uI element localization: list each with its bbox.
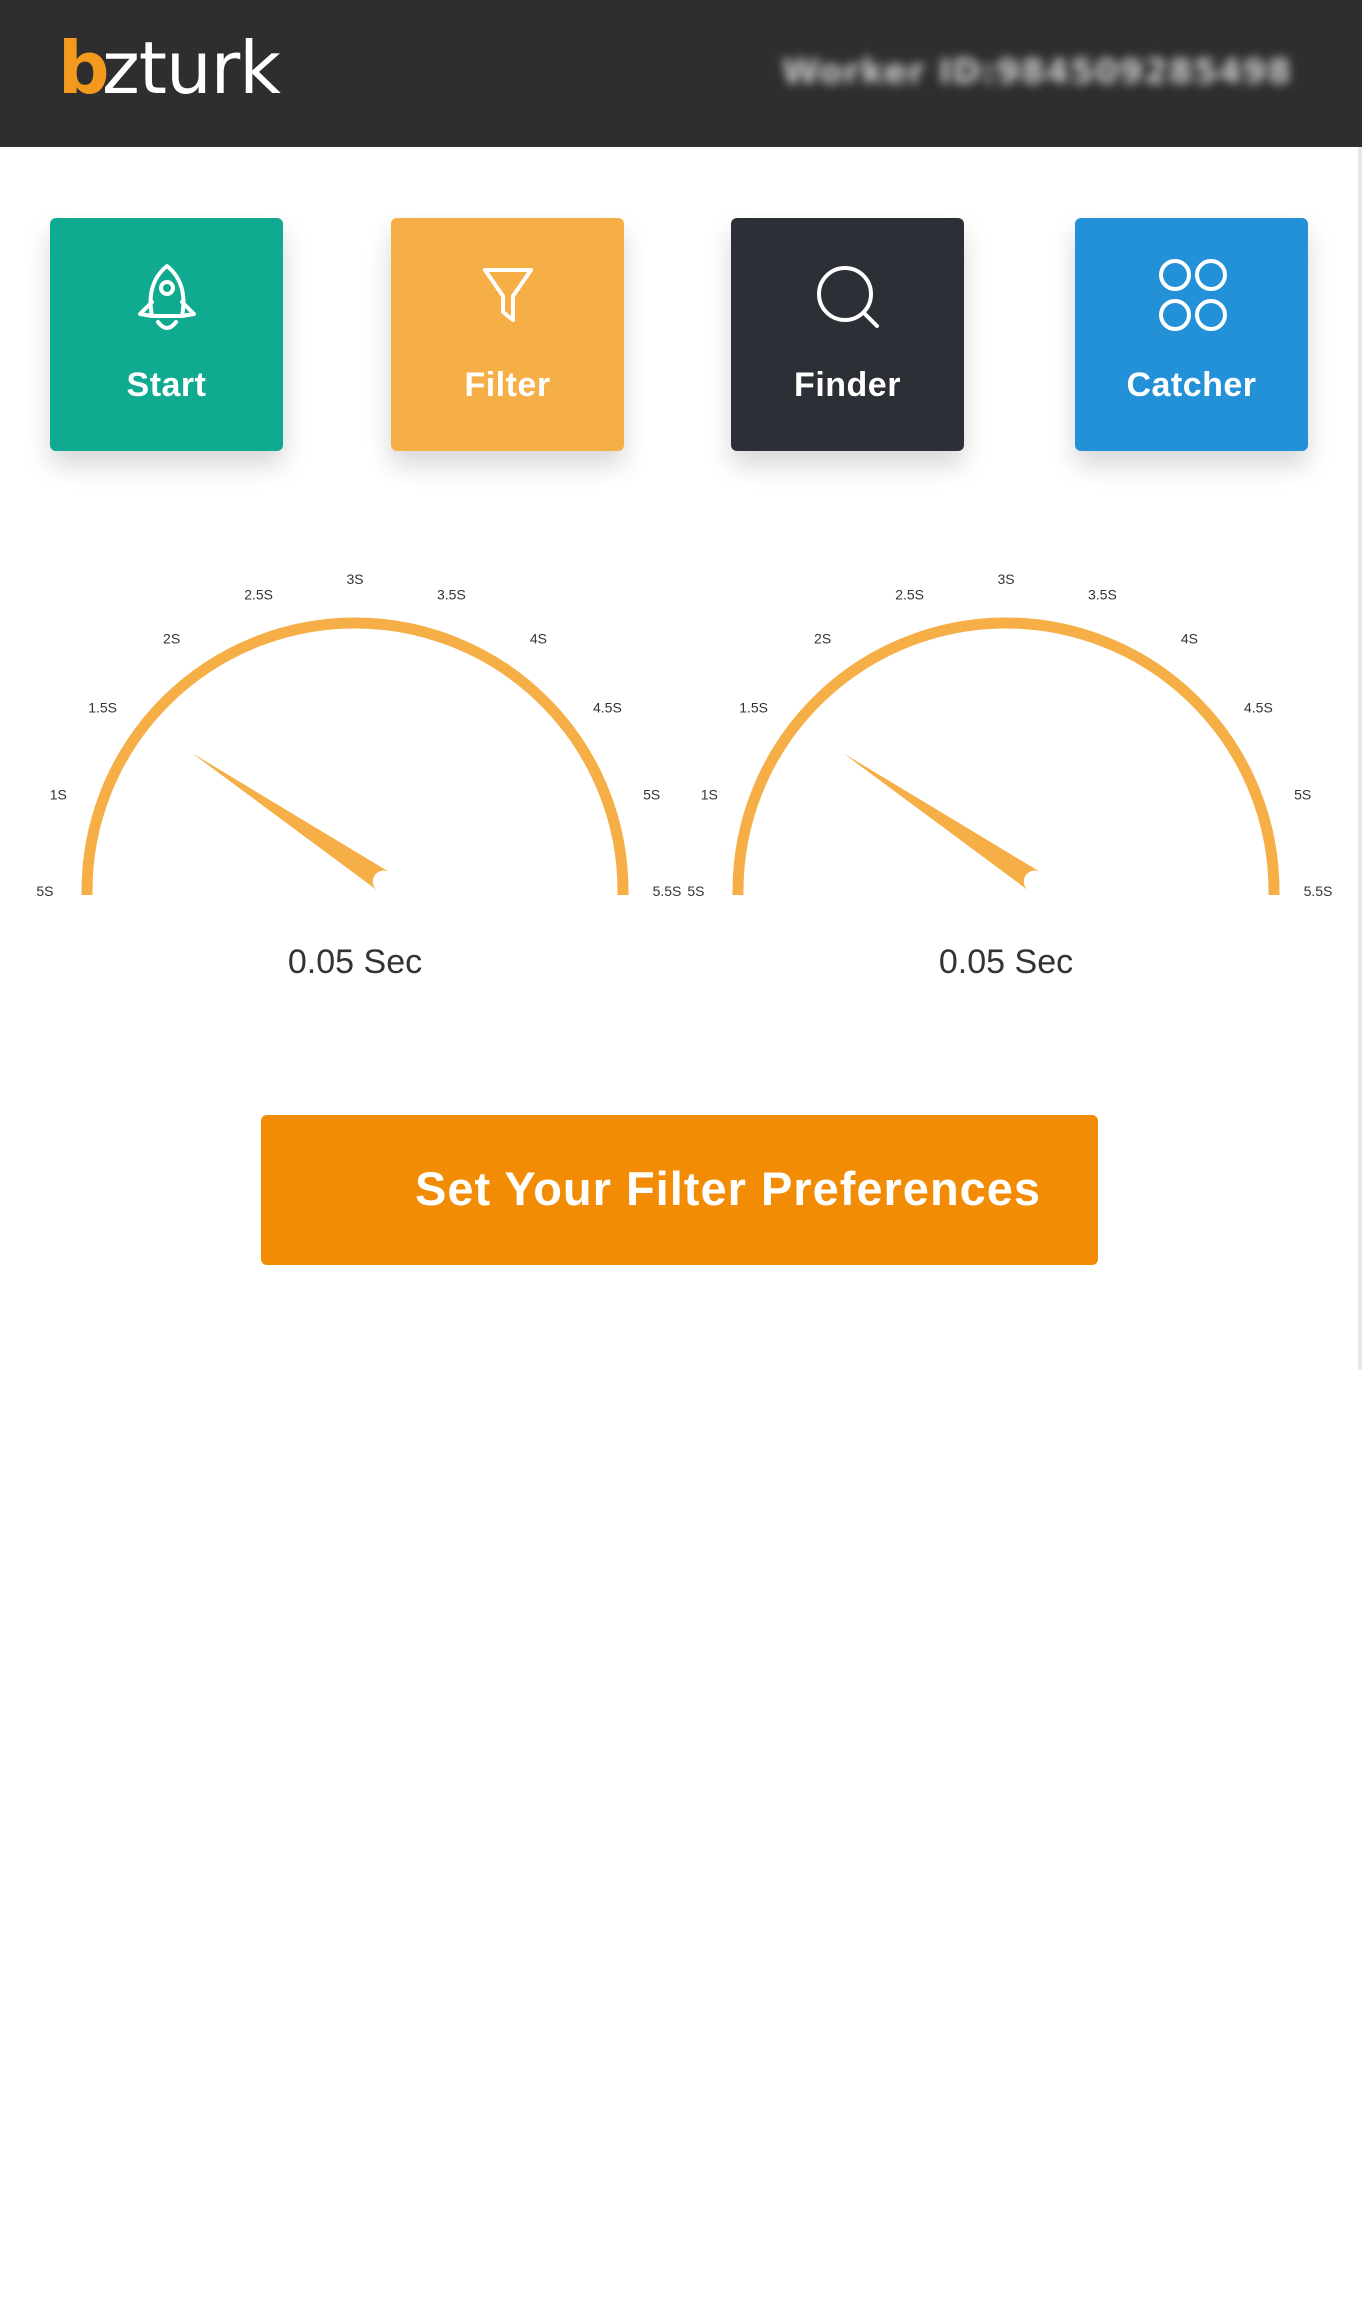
- gauge-tick-label: .5S: [686, 883, 705, 899]
- gauge-tick-label: 3S: [346, 571, 363, 587]
- gauge-tick-label: 3.5S: [1088, 586, 1117, 602]
- top-bar: b zturk Worker ID:984509285498: [0, 0, 1362, 147]
- gauge-tick-label: 5.5S: [653, 883, 682, 899]
- gauge-tick-label: 3.5S: [437, 586, 466, 602]
- gauge-tick-label: 1.5S: [88, 700, 117, 716]
- start-label: Start: [126, 366, 207, 404]
- gauge-tick-label: 2S: [163, 631, 180, 647]
- filter-label: Filter: [464, 366, 551, 404]
- gauge-tick-label: 5.5S: [1304, 883, 1333, 899]
- gauge-needle: [191, 753, 390, 891]
- scrollbar-track[interactable]: [1358, 147, 1362, 1370]
- four-circles-icon: [1075, 258, 1308, 348]
- gauge-dial: .5S 1S 1.5S 2S 2.5S 3S 3.5S 4S 4.5S 5S 5.5S: [686, 571, 1333, 899]
- gauge-tick-label: 4S: [1181, 631, 1198, 647]
- sliders-icon: [596, 2283, 640, 2323]
- speed-gauge: .5S 1S 1.5S 2S 2.5S 3S 3.5S 4S 4.5S 5S 5.5S 0.05 S…: [686, 555, 1346, 1025]
- logo-b: b: [58, 26, 110, 110]
- gauge-tick-label: 4.5S: [1244, 700, 1273, 716]
- catcher-tile-button[interactable]: Catcher: [1075, 218, 1308, 451]
- gauge-tick-label: 3S: [997, 571, 1014, 587]
- gauge-tick-label: .5S: [35, 883, 54, 899]
- finder-label: Finder: [794, 366, 901, 404]
- gauge-tick-label: 2S: [814, 631, 831, 647]
- gauge-tick-label: 4.5S: [593, 700, 622, 716]
- gauge-tick-label: 2.5S: [895, 586, 924, 602]
- gauge-dial: .5S 1S 1.5S 2S 2.5S 3S 3.5S 4S 4.5S 5S 5.5S: [35, 571, 682, 899]
- gauge-tick-label: 5S: [643, 787, 660, 803]
- gauge-readout: 0.05 Sec: [287, 943, 423, 981]
- logo-wordmark: zturk: [102, 26, 281, 110]
- set-filter-preferences-button[interactable]: Set Your Filter Preferences: [261, 1115, 1098, 2323]
- gauge-tick-label: 1S: [701, 787, 718, 803]
- search-icon: [731, 258, 964, 348]
- gauge-readout: 0.05 Sec: [938, 943, 1074, 981]
- catcher-label: Catcher: [1126, 366, 1257, 404]
- filter-tile-button[interactable]: Filter: [391, 218, 624, 451]
- gauge-tick-label: 1S: [50, 787, 67, 803]
- gauge-tick-label: 1.5S: [739, 700, 768, 716]
- speed-gauge: .5S 1S 1.5S 2S 2.5S 3S 3.5S 4S 4.5S 5S 5.5S 0.05 S…: [35, 555, 695, 1025]
- worker-id: Worker ID:984509285498: [781, 52, 1292, 92]
- filter-icon: [391, 258, 624, 348]
- gauge-needle: [842, 753, 1041, 891]
- gauge-tick-label: 5S: [1294, 787, 1311, 803]
- start-tile-button[interactable]: Start: [50, 218, 283, 451]
- rocket-icon: [50, 258, 283, 348]
- finder-tile-button[interactable]: Finder: [731, 218, 964, 451]
- gauge-tick-label: 4S: [530, 631, 547, 647]
- gauge-tick-label: 2.5S: [244, 586, 273, 602]
- cta-label: Set Your Filter Preferences: [415, 1162, 1042, 1215]
